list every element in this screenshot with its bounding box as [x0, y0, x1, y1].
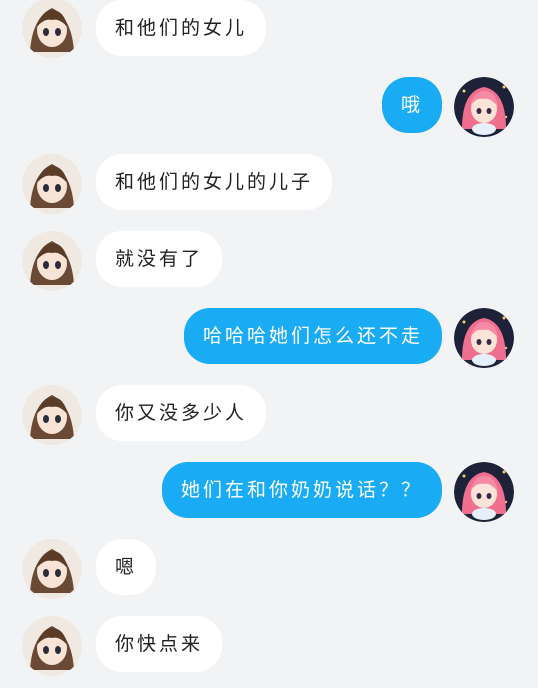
contact-avatar[interactable] [22, 0, 82, 58]
self-avatar[interactable] [454, 77, 514, 137]
message-bubble-outgoing[interactable]: 哦 [381, 77, 442, 133]
message-bubble-incoming[interactable]: 你又没多少人 [96, 385, 267, 441]
contact-avatar[interactable] [22, 616, 82, 676]
message-bubble-incoming[interactable]: 嗯 [96, 539, 157, 595]
self-avatar[interactable] [454, 308, 514, 368]
message-bubble-incoming[interactable]: 你快点来 [96, 616, 223, 672]
contact-avatar[interactable] [22, 231, 82, 291]
self-avatar[interactable] [454, 462, 514, 522]
contact-avatar[interactable] [22, 539, 82, 599]
contact-avatar[interactable] [22, 154, 82, 214]
message-bubble-outgoing[interactable]: 她们在和你奶奶说话？？ [161, 462, 442, 518]
message-bubble-outgoing[interactable]: 哈哈哈她们怎么还不走 [183, 308, 442, 364]
message-bubble-incoming[interactable]: 和他们的女儿的儿子 [96, 154, 333, 210]
message-bubble-incoming[interactable]: 和他们的女儿 [96, 0, 267, 56]
message-bubble-incoming[interactable]: 就没有了 [96, 231, 223, 287]
contact-avatar[interactable] [22, 385, 82, 445]
